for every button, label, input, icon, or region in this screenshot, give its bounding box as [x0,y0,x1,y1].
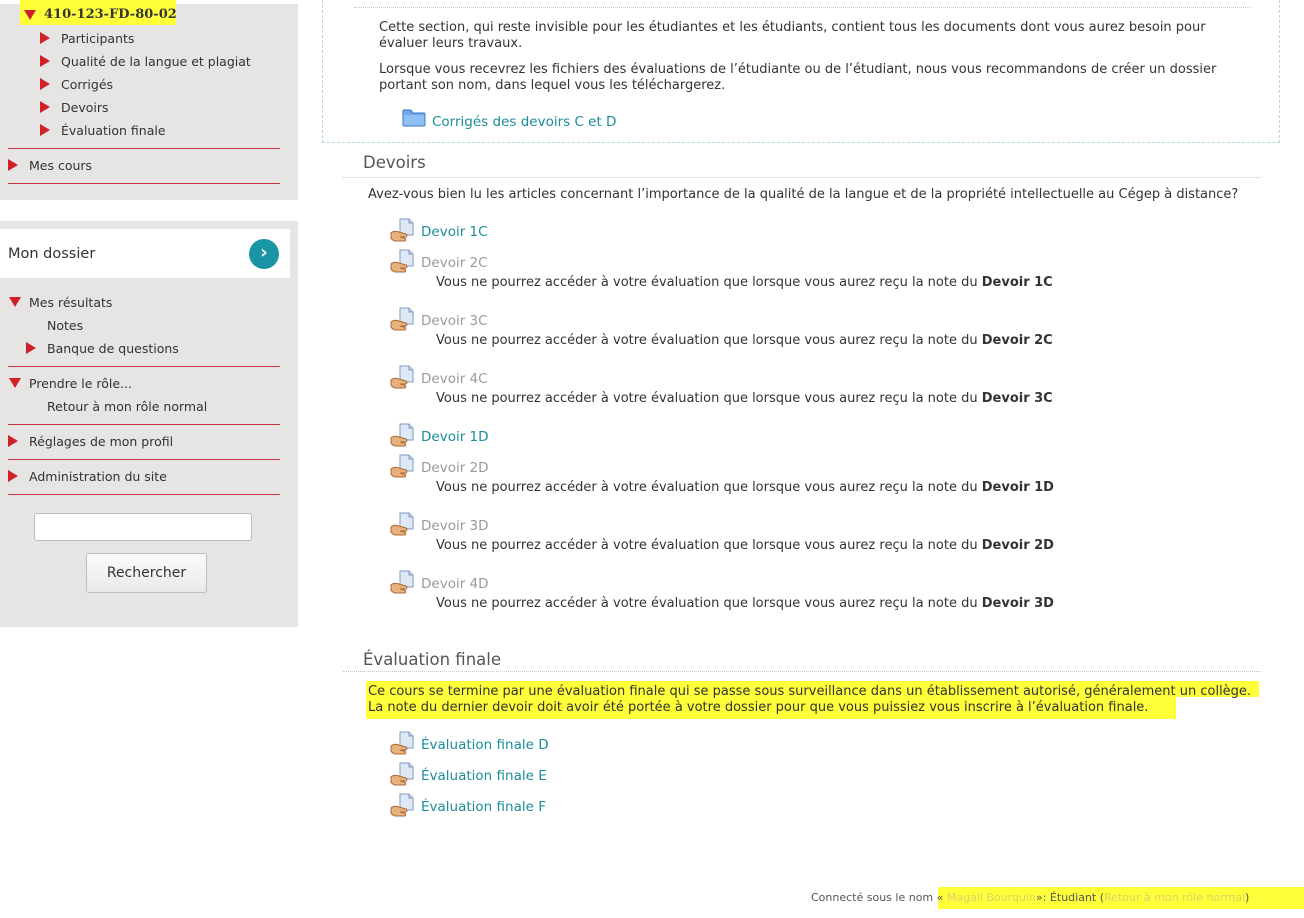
devoirs-intro: Avez-vous bien lu les articles concernan… [368,187,1239,202]
course-code-link[interactable]: 410-123-FD-80-02 [42,7,183,23]
restriction-note: Vous ne pourrez accéder à votre évaluati… [436,275,1053,290]
assignment-icon [390,218,414,242]
restriction-text: Vous ne pourrez accéder à votre évaluati… [436,391,978,406]
block-title: Mon dossier [8,246,96,262]
divider [8,148,280,149]
nav-item-reglages-profil[interactable]: Réglages de mon profil [29,434,173,449]
return-role-link[interactable]: Retour à mon rôle normal [1104,891,1245,904]
required-assignment: Devoir 2C [981,333,1053,348]
chevron-right-icon[interactable]: › [249,239,279,269]
required-assignment: Devoir 3C [981,391,1053,406]
activity-link-devoir-4c: Devoir 4C [421,371,488,387]
divider [8,183,280,184]
search-input[interactable] [34,513,252,541]
divider [8,366,280,367]
section-title-devoirs: Devoirs [363,153,426,172]
divider [8,459,280,460]
restriction-note: Vous ne pourrez accéder à votre évaluati… [436,538,1054,553]
activity-link-devoir-1d[interactable]: Devoir 1D [421,429,489,445]
divider [8,494,280,495]
required-assignment: Devoir 1C [981,275,1053,290]
assignment-icon [390,762,414,786]
nav-item-mes-resultats[interactable]: Mes résultats [29,295,112,310]
folder-corriges-link[interactable]: Corrigés des devoirs C et D [432,114,616,130]
expand-triangle-icon[interactable] [9,297,21,307]
activity-link-evaluation-finale-f[interactable]: Évaluation finale F [421,799,546,815]
restriction-text: Vous ne pourrez accéder à votre évaluati… [436,480,978,495]
login-prefix: Connecté sous le nom « [811,891,944,904]
nav-item-administration-site[interactable]: Administration du site [29,469,167,484]
assignment-icon [390,731,414,755]
collapsed-triangle-icon[interactable] [40,101,50,113]
restriction-note: Vous ne pourrez accéder à votre évaluati… [436,480,1054,495]
restriction-text: Vous ne pourrez accéder à votre évaluati… [436,275,978,290]
activity-link-devoir-1c[interactable]: Devoir 1C [421,224,488,240]
collapsed-triangle-icon[interactable] [8,435,18,447]
expand-triangle-icon[interactable] [9,378,21,388]
assignment-icon [390,512,414,536]
activity-link-devoir-3d: Devoir 3D [421,518,489,534]
activity-link-evaluation-finale-d[interactable]: Évaluation finale D [421,737,549,753]
activity-link-devoir-2d: Devoir 2D [421,460,489,476]
restriction-text: Vous ne pourrez accéder à votre évaluati… [436,538,978,553]
assignment-icon [390,423,414,447]
collapsed-triangle-icon[interactable] [26,342,36,354]
nav-item-evaluation-finale[interactable]: Évaluation finale [61,123,166,138]
nav-item-langue-plagiat[interactable]: Qualité de la langue et plagiat [61,54,251,69]
nav-item-mes-cours[interactable]: Mes cours [29,158,92,173]
nav-item-participants[interactable]: Participants [61,31,134,46]
final-description-line1: Ce cours se termine par une évaluation f… [368,684,1252,699]
assignment-icon [390,454,414,478]
expand-triangle-icon[interactable] [24,10,36,20]
assignment-icon [390,365,414,389]
nav-item-prendre-role[interactable]: Prendre le rôle... [29,376,132,391]
required-assignment: Devoir 1D [981,480,1054,495]
nav-item-devoirs[interactable]: Devoirs [61,100,109,115]
assignment-icon [390,793,414,817]
activity-link-evaluation-finale-e[interactable]: Évaluation finale E [421,768,547,784]
final-description-line2: La note du dernier devoir doit avoir été… [368,700,1149,715]
collapsed-triangle-icon[interactable] [40,78,50,90]
login-role: »: Étudiant ( [1036,891,1105,904]
section-divider [343,177,1261,178]
collapsed-triangle-icon[interactable] [8,159,18,171]
section-divider [343,671,1261,672]
restriction-note: Vous ne pourrez accéder à votre évaluati… [436,333,1053,348]
section-divider [354,7,1250,8]
nav-item-notes[interactable]: Notes [47,318,83,333]
required-assignment: Devoir 2D [981,538,1054,553]
activity-link-devoir-4d: Devoir 4D [421,576,489,592]
section-title-evaluation-finale: Évaluation finale [363,650,502,669]
search-button[interactable]: Rechercher [86,553,207,593]
login-suffix: ) [1245,891,1250,904]
nav-item-retour-role[interactable]: Retour à mon rôle normal [47,399,207,414]
folder-icon [402,109,426,127]
corriges-description: Cette section, qui reste invisible pour … [379,20,1206,51]
required-assignment: Devoir 3D [981,596,1054,611]
mon-dossier-block: Mon dossier › Mes résultats Notes Banque… [0,221,298,627]
restriction-note: Vous ne pourrez accéder à votre évaluati… [436,391,1053,406]
nav-item-corriges[interactable]: Corrigés [61,77,113,92]
block-header: Mon dossier › [0,229,290,278]
corriges-instructions: Lorsque vous recevrez les fichiers des é… [379,62,1217,93]
assignment-icon [390,307,414,331]
collapsed-triangle-icon[interactable] [40,32,50,44]
collapsed-triangle-icon[interactable] [8,470,18,482]
collapsed-triangle-icon[interactable] [40,124,50,136]
login-info: Connecté sous le nom « Magali Bourquin»:… [811,891,1249,904]
restriction-note: Vous ne pourrez accéder à votre évaluati… [436,596,1054,611]
course-navigation-block: 410-123-FD-80-02 Participants Qualité de… [0,0,298,200]
collapsed-triangle-icon[interactable] [40,55,50,67]
restriction-text: Vous ne pourrez accéder à votre évaluati… [436,596,978,611]
user-profile-link[interactable]: Magali Bourquin [947,891,1036,904]
assignment-icon [390,249,414,273]
activity-link-devoir-2c: Devoir 2C [421,255,488,271]
divider [8,424,280,425]
assignment-icon [390,570,414,594]
restriction-text: Vous ne pourrez accéder à votre évaluati… [436,333,978,348]
activity-link-devoir-3c: Devoir 3C [421,313,488,329]
nav-item-banque-questions[interactable]: Banque de questions [47,341,179,356]
